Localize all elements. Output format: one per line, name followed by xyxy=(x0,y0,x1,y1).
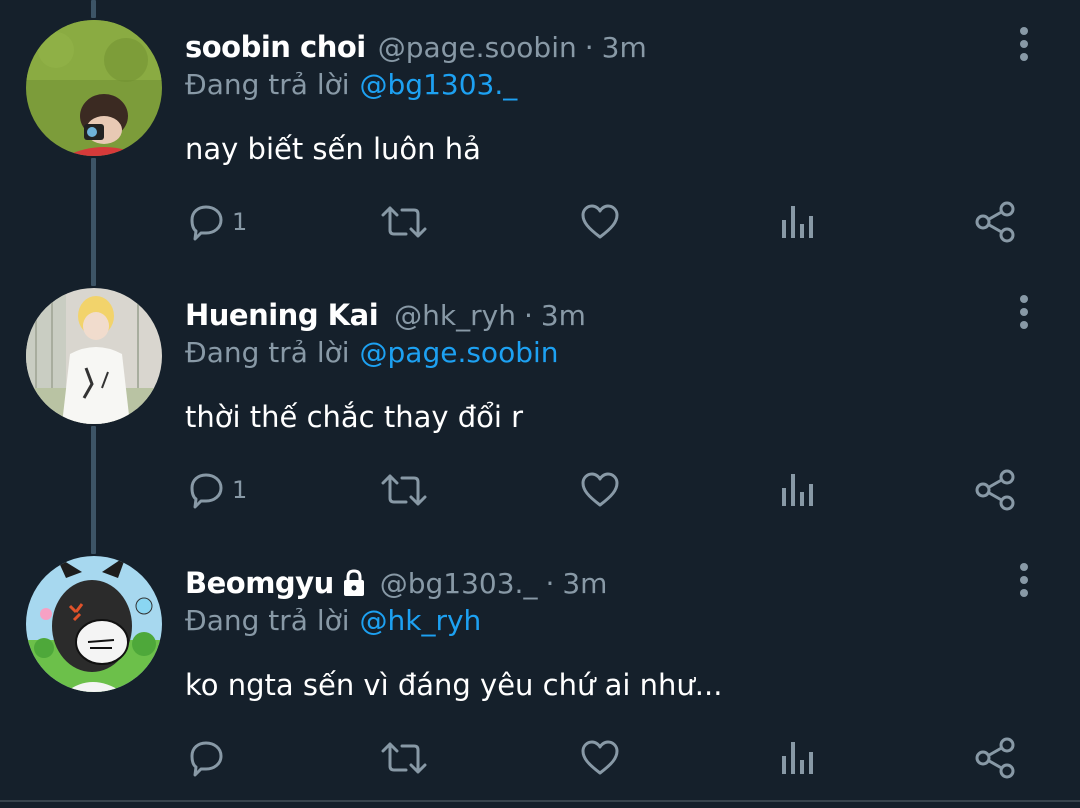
separator-dot: · xyxy=(545,566,555,600)
analytics-bars-icon xyxy=(782,206,813,238)
tweet-header: Beomgyu @bg1303._ · 3m xyxy=(185,560,607,606)
more-options-button[interactable] xyxy=(1012,26,1036,62)
tweet[interactable]: Beomgyu @bg1303._ · 3m Đang trả lời @hk_r… xyxy=(0,536,1080,804)
analytics-button[interactable] xyxy=(778,468,818,512)
avatar[interactable] xyxy=(26,20,162,156)
timestamp[interactable]: 3m xyxy=(541,299,586,332)
heart-icon xyxy=(581,740,619,775)
display-name[interactable]: Beomgyu xyxy=(185,566,334,600)
more-options-button[interactable] xyxy=(1012,294,1036,330)
timestamp[interactable]: 3m xyxy=(562,567,607,600)
analytics-bars-icon xyxy=(782,742,813,774)
share-icon xyxy=(975,469,1015,511)
reply-count: 1 xyxy=(232,208,248,236)
separator-dot: · xyxy=(523,298,533,332)
analytics-button[interactable] xyxy=(778,736,818,780)
lock-icon xyxy=(343,569,364,596)
avatar[interactable] xyxy=(26,556,162,692)
more-vertical-icon xyxy=(1020,563,1028,597)
share-button[interactable] xyxy=(974,200,1018,244)
analytics-button[interactable] xyxy=(778,200,818,244)
retweet-button[interactable] xyxy=(380,468,428,512)
separator-dot: · xyxy=(584,30,594,64)
share-button[interactable] xyxy=(974,736,1018,780)
display-name[interactable]: Huening Kai xyxy=(185,298,379,332)
more-vertical-icon xyxy=(1020,295,1028,329)
reply-count: 1 xyxy=(232,476,248,504)
reply-button[interactable]: 1 xyxy=(186,200,247,244)
like-button[interactable] xyxy=(580,200,620,244)
tweet-header: soobin choi @page.soobin · 3m xyxy=(185,24,647,70)
display-name[interactable]: soobin choi xyxy=(185,30,366,64)
reply-button[interactable]: 1 xyxy=(186,468,247,512)
reply-button[interactable] xyxy=(186,736,232,780)
share-icon xyxy=(975,201,1015,243)
tweet-text: thời thế chắc thay đổi r xyxy=(185,400,524,434)
reply-bubble-icon xyxy=(190,741,223,777)
heart-icon xyxy=(581,204,619,239)
tweet-text: ko ngta sến vì đáng yêu chứ ai như... xyxy=(185,668,723,702)
user-handle[interactable]: @hk_ryh xyxy=(394,299,516,332)
reply-mention-link[interactable]: @bg1303._ xyxy=(360,68,518,101)
like-button[interactable] xyxy=(580,468,620,512)
like-button[interactable] xyxy=(580,736,620,780)
analytics-bars-icon xyxy=(782,474,813,506)
more-options-button[interactable] xyxy=(1012,562,1036,598)
retweet-icon xyxy=(381,742,427,774)
retweet-icon xyxy=(381,206,427,238)
retweet-icon xyxy=(381,474,427,506)
tweet[interactable]: Huening Kai @hk_ryh · 3m Đang trả lời @pa… xyxy=(0,268,1080,536)
retweet-button[interactable] xyxy=(380,200,428,244)
heart-icon xyxy=(581,472,619,507)
reply-bubble-icon xyxy=(190,473,223,509)
tweet[interactable]: soobin choi @page.soobin · 3m Đang trả l… xyxy=(0,0,1080,268)
retweet-button[interactable] xyxy=(380,736,428,780)
replying-to: Đang trả lời @bg1303._ xyxy=(185,68,517,101)
tweet-text: nay biết sến luôn hả xyxy=(185,132,481,166)
reply-bubble-icon xyxy=(190,205,223,241)
user-handle[interactable]: @page.soobin xyxy=(378,31,577,64)
reply-mention-link[interactable]: @page.soobin xyxy=(360,336,559,369)
avatar[interactable] xyxy=(26,288,162,424)
tweet-header: Huening Kai @hk_ryh · 3m xyxy=(185,292,586,338)
share-button[interactable] xyxy=(974,468,1018,512)
replying-to-label: Đang trả lời xyxy=(185,604,350,637)
user-handle[interactable]: @bg1303._ xyxy=(380,567,538,600)
more-vertical-icon xyxy=(1020,27,1028,61)
replying-to: Đang trả lời @hk_ryh xyxy=(185,604,481,637)
replying-to: Đang trả lời @page.soobin xyxy=(185,336,559,369)
share-icon xyxy=(975,737,1015,779)
replying-to-label: Đang trả lời xyxy=(185,68,350,101)
timestamp[interactable]: 3m xyxy=(602,31,647,64)
reply-mention-link[interactable]: @hk_ryh xyxy=(360,604,482,637)
replying-to-label: Đang trả lời xyxy=(185,336,350,369)
divider xyxy=(0,800,1080,802)
